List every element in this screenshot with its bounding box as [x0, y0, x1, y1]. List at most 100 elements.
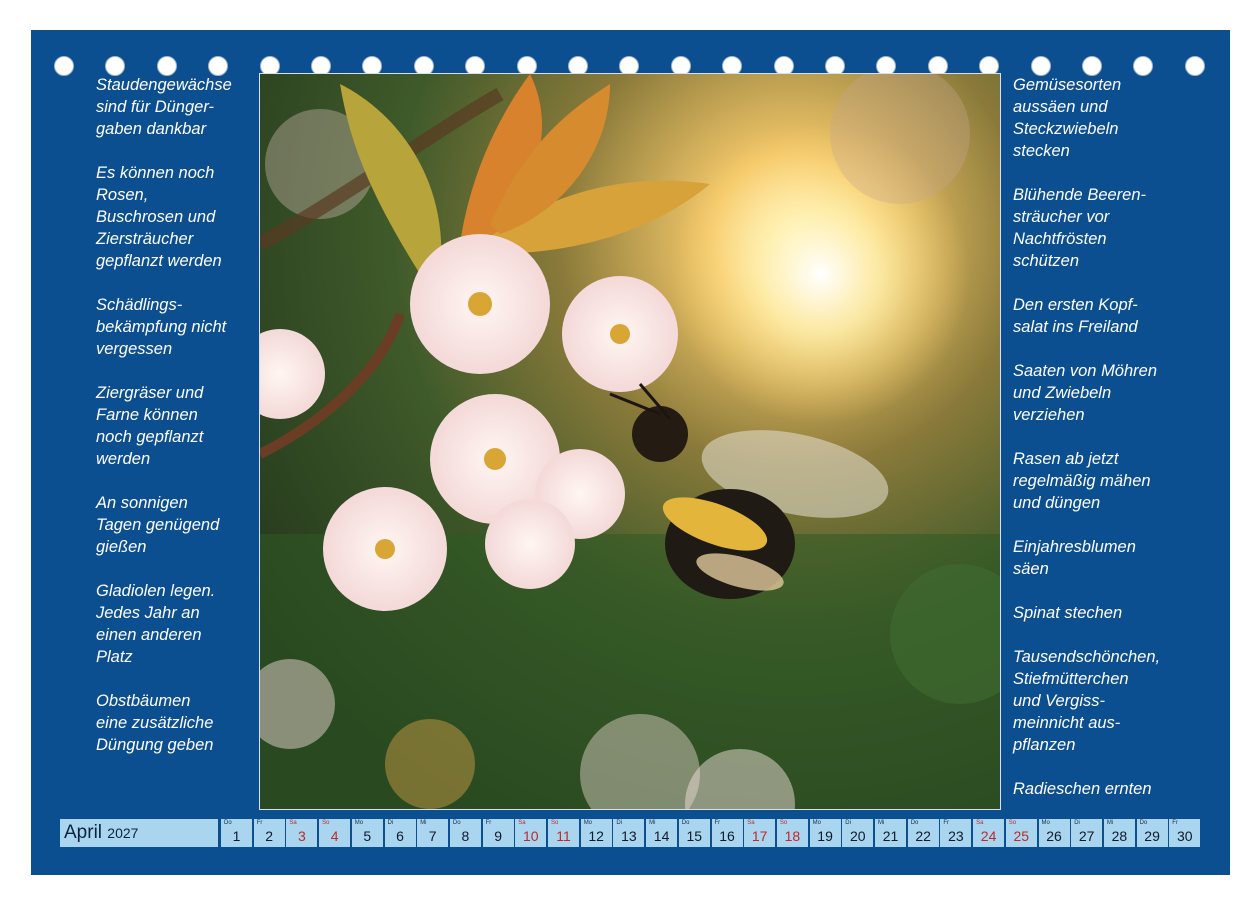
binding-hole	[1184, 56, 1205, 76]
photo-illustration	[260, 74, 1000, 809]
day-number: 8	[461, 828, 470, 844]
tip-item: Blühende Beeren- sträucher vor Nachtfrös…	[1013, 186, 1147, 270]
binding-hole	[156, 56, 177, 76]
tip-item: Spinat stechen	[1013, 604, 1123, 622]
weekday-abbr: Mo	[1041, 820, 1050, 826]
tip-item: Gemüsesorten aussäen und Steckzwiebeln s…	[1013, 76, 1122, 160]
day-number: 7	[428, 828, 437, 844]
day-number: 6	[396, 828, 404, 844]
day-number: 28	[1111, 828, 1128, 844]
tip-item: Radieschen ernten	[1013, 780, 1152, 798]
binding-hole	[825, 56, 845, 76]
day-cell: Do 29	[1136, 819, 1168, 847]
day-number: 14	[653, 828, 670, 844]
day-cell: So 4	[319, 819, 351, 847]
tip-item: Tausendschönchen, Stiefmütterchen und Ve…	[1013, 648, 1161, 754]
binding-hole	[619, 56, 640, 76]
binding-hole	[465, 56, 486, 76]
binding-hole	[670, 56, 691, 76]
weekday-abbr: Di	[845, 820, 851, 826]
weekday-abbr: So	[779, 820, 788, 826]
day-cell: Di 20	[842, 819, 874, 847]
day-cell: So 11	[548, 819, 579, 847]
day-number: 23	[948, 828, 964, 844]
day-cell: Sa 17	[744, 819, 776, 847]
binding-hole	[516, 56, 537, 76]
tip-item: Rasen ab jetzt regelmäßig mähen und düng…	[1013, 450, 1151, 512]
day-number: 5	[363, 828, 372, 844]
day-cell: So 18	[776, 819, 808, 847]
day-cell: Mi 28	[1103, 819, 1135, 847]
day-cell: Sa 10	[515, 819, 547, 847]
month-name: April	[64, 822, 103, 843]
weekday-abbr: Do	[1139, 820, 1148, 826]
weekday-abbr: Fr	[943, 820, 950, 826]
day-number: 25	[1013, 828, 1030, 844]
binding-hole	[259, 56, 280, 76]
day-cell: Do 15	[678, 819, 710, 847]
weekday-abbr: So	[551, 820, 559, 826]
day-cell: Fr 30	[1169, 819, 1201, 847]
day-number: 2	[265, 828, 274, 844]
year-label: 2027	[107, 825, 139, 841]
weekday-abbr: Do	[452, 820, 461, 826]
photo-bumblebee-cherry-blossom	[259, 73, 1001, 810]
tip-item: Staudengewächse sind für Dünger- gaben d…	[96, 76, 232, 138]
day-cell: Mi 7	[417, 819, 449, 847]
day-number: 24	[980, 828, 997, 844]
day-number: 16	[719, 828, 735, 844]
binding-hole	[568, 56, 588, 76]
day-number: 12	[588, 828, 604, 844]
weekday-abbr: Sa	[518, 820, 526, 826]
weekday-abbr: Di	[616, 820, 623, 826]
day-cell: Fr 23	[940, 819, 972, 847]
binding-hole	[876, 56, 897, 76]
weekday-abbr: Mi	[649, 820, 656, 826]
day-cell: Di 13	[613, 819, 645, 847]
day-cell: Mo 26	[1038, 819, 1070, 847]
month-label: April 2027	[60, 819, 218, 847]
weekday-abbr: So	[1008, 820, 1017, 826]
day-cell: Mi 21	[875, 819, 906, 847]
day-cell: Mo 5	[351, 819, 383, 847]
day-number: 30	[1177, 828, 1193, 844]
binding-hole	[979, 56, 1000, 76]
weekday-abbr: Do	[681, 820, 690, 826]
day-number: 13	[621, 828, 637, 844]
tip-item: Saaten von Möhren und Zwiebeln verziehen	[1013, 362, 1158, 424]
day-number: 27	[1078, 828, 1095, 844]
gardening-tips-left: Staudengewächse sind für Dünger- gaben d…	[96, 74, 256, 778]
day-cell: Fr 16	[711, 819, 743, 847]
day-cell: Fr 9	[482, 819, 514, 847]
binding-hole	[54, 56, 74, 76]
day-cell: Mi 14	[646, 819, 678, 847]
gardening-tips-right: Gemüsesorten aussäen und Steckzwiebeln s…	[1013, 74, 1193, 822]
day-number: 29	[1144, 828, 1160, 844]
day-cell: Do 1	[221, 819, 252, 847]
binding-hole	[1082, 56, 1102, 76]
day-number: 15	[686, 828, 703, 844]
binding-hole	[1030, 56, 1051, 76]
day-number: 1	[232, 828, 241, 844]
weekday-abbr: Mo	[812, 820, 821, 826]
binding-hole	[105, 56, 126, 76]
tip-item: Obstbäumen eine zusätzliche Düngung gebe…	[96, 692, 214, 754]
weekday-abbr: Mi	[420, 820, 427, 826]
day-number: 26	[1046, 828, 1062, 844]
weekday-abbr: Do	[910, 820, 919, 826]
binding-hole	[362, 56, 383, 76]
weekday-abbr: Mo	[583, 820, 593, 826]
day-cell: Sa 3	[286, 819, 318, 847]
binding-hole	[413, 56, 434, 76]
binding-hole	[311, 56, 331, 76]
weekday-abbr: Fr	[1172, 820, 1178, 826]
day-cell: So 25	[1005, 819, 1037, 847]
binding-hole	[1133, 56, 1154, 76]
day-number: 21	[882, 828, 899, 844]
tip-item: Es können noch Rosen, Buschrosen und Zie…	[96, 164, 222, 270]
day-number: 9	[494, 828, 502, 844]
day-cell: Fr 2	[253, 819, 285, 847]
weekday-abbr: Mi	[878, 820, 885, 826]
tip-item: Gladiolen legen. Jedes Jahr an einen and…	[96, 582, 216, 666]
day-cell: Do 8	[449, 819, 481, 847]
